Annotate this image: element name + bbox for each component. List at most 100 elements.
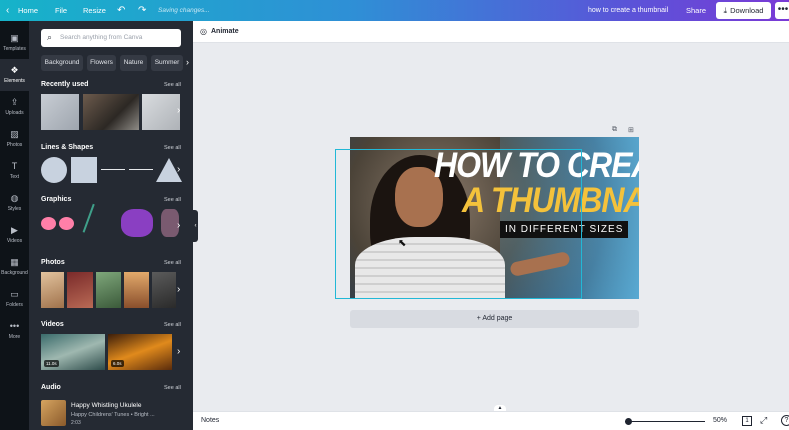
rail-item-background[interactable]: ▦ Background <box>0 251 29 283</box>
page-count-button[interactable]: 1 <box>742 416 752 426</box>
recent-item[interactable] <box>142 94 180 130</box>
suggestion-chips: Background Flowers Nature Summer › <box>41 55 189 71</box>
section-graphics-title: Graphics <box>41 196 72 203</box>
undo-icon[interactable]: ↶ <box>117 0 125 21</box>
photo-item[interactable] <box>67 272 93 308</box>
section-recent-title: Recently used <box>41 81 89 88</box>
side-rail: ▣ Templates ❖ Elements ⇪ Uploads ▨ Photo… <box>0 21 29 430</box>
video-icon: ▶ <box>11 225 18 235</box>
see-all-lines[interactable]: See all <box>164 145 181 151</box>
search-input[interactable]: ⌕ Search anything from Canva <box>41 29 181 47</box>
audio-duration: 2:03 <box>71 420 81 426</box>
home-button[interactable]: Home <box>18 0 38 21</box>
templates-icon: ▣ <box>10 33 19 43</box>
elements-panel: ⌕ Search anything from Canva Background … <box>29 21 193 430</box>
rail-label: Videos <box>6 238 23 244</box>
fullscreen-icon[interactable]: ⤢ <box>760 415 767 426</box>
rail-item-photos[interactable]: ▨ Photos <box>0 123 29 155</box>
section-audio-title: Audio <box>41 384 61 391</box>
chevron-right-icon[interactable]: › <box>177 346 180 357</box>
cursor-icon: ⬉ <box>398 238 407 249</box>
add-page-button[interactable]: + Add page <box>350 310 639 328</box>
rail-label: Folders <box>6 302 23 308</box>
chevron-right-icon[interactable]: › <box>177 105 180 116</box>
rail-item-more[interactable]: ••• More <box>0 315 29 347</box>
download-button[interactable]: ⤓ Download <box>716 2 771 19</box>
rail-item-elements[interactable]: ❖ Elements <box>0 59 29 91</box>
text-icon: T <box>11 161 18 171</box>
download-icon: ⤓ <box>723 6 728 15</box>
selection-box[interactable] <box>335 149 582 299</box>
background-icon: ▦ <box>10 257 19 267</box>
see-all-recent[interactable]: See all <box>164 82 181 88</box>
animate-button[interactable]: Animate <box>211 28 239 35</box>
chip-background[interactable]: Background <box>41 55 83 71</box>
recent-item[interactable] <box>41 94 79 130</box>
video-duration: 6.0s <box>111 360 124 367</box>
top-bar: ‹ Home File Resize ↶ ↷ Saving changes...… <box>0 0 789 21</box>
search-placeholder: Search anything from Canva <box>60 34 143 41</box>
line-shape[interactable] <box>101 169 125 170</box>
rail-item-folders[interactable]: ▭ Folders <box>0 283 29 315</box>
redo-icon[interactable]: ↷ <box>138 0 146 21</box>
photo-item[interactable] <box>41 272 64 308</box>
rail-label: Photos <box>6 142 23 148</box>
video-item[interactable]: 6.0s <box>108 334 172 370</box>
help-icon[interactable]: ? <box>781 415 789 426</box>
plant-graphic[interactable] <box>82 203 116 241</box>
chevron-right-icon[interactable]: › <box>177 164 180 175</box>
notes-button[interactable]: Notes <box>201 417 219 424</box>
see-all-photos[interactable]: See all <box>164 260 181 266</box>
add-page-icon[interactable]: ⊞ <box>628 126 634 134</box>
section-photos-title: Photos <box>41 259 65 266</box>
rail-label: More <box>8 334 21 340</box>
arrow-line-shape[interactable] <box>129 169 153 170</box>
photo-item[interactable] <box>152 272 176 308</box>
chip-nature[interactable]: Nature <box>120 55 147 71</box>
video-item[interactable]: 11.0s <box>41 334 105 370</box>
animate-icon[interactable]: ◎ <box>200 27 207 36</box>
chip-flowers[interactable]: Flowers <box>87 55 116 71</box>
see-all-audio[interactable]: See all <box>164 385 181 391</box>
recent-item[interactable] <box>83 94 139 130</box>
audio-title[interactable]: Happy Whistling Ukulele <box>71 402 141 409</box>
square-shape[interactable] <box>71 157 97 183</box>
duplicate-page-icon[interactable]: ⧉ <box>612 126 617 134</box>
circle-shape[interactable] <box>41 157 67 183</box>
rail-item-text[interactable]: T Text <box>0 155 29 187</box>
heart-glasses-graphic[interactable] <box>41 217 77 231</box>
chevron-left-icon[interactable]: ‹ <box>6 0 9 21</box>
photo-icon: ▨ <box>10 129 19 139</box>
photo-item[interactable] <box>96 272 121 308</box>
design-title[interactable]: how to create a thumbnail <box>588 0 668 21</box>
more-options-button[interactable]: ••• <box>775 2 789 19</box>
see-all-videos[interactable]: See all <box>164 322 181 328</box>
collapse-panel-handle[interactable]: ‹ <box>193 210 198 242</box>
photo-item[interactable] <box>124 272 149 308</box>
see-all-graphics[interactable]: See all <box>164 197 181 203</box>
zoom-slider-handle[interactable] <box>625 418 632 425</box>
section-videos-title: Videos <box>41 321 64 328</box>
search-icon: ⌕ <box>47 32 53 42</box>
rail-item-styles[interactable]: ◍ Styles <box>0 187 29 219</box>
zoom-level[interactable]: 50% <box>713 417 727 424</box>
share-button[interactable]: Share <box>686 0 706 21</box>
resize-button[interactable]: Resize <box>83 0 106 21</box>
video-duration: 11.0s <box>44 360 59 367</box>
zoom-slider[interactable] <box>625 421 705 422</box>
section-lines-title: Lines & Shapes <box>41 144 94 151</box>
rail-item-videos[interactable]: ▶ Videos <box>0 219 29 251</box>
rail-item-templates[interactable]: ▣ Templates <box>0 27 29 59</box>
bull-graphic[interactable] <box>121 209 153 237</box>
chevron-right-icon[interactable]: › <box>177 284 180 295</box>
audio-thumbnail[interactable] <box>41 400 66 426</box>
download-label: Download <box>730 6 764 15</box>
rail-label: Templates <box>3 46 26 52</box>
chip-summer[interactable]: Summer <box>151 55 183 71</box>
file-menu[interactable]: File <box>55 0 67 21</box>
save-status: Saving changes... <box>158 7 210 14</box>
rail-label: Uploads <box>5 110 24 116</box>
chevron-right-icon[interactable]: › <box>177 220 180 231</box>
rail-item-uploads[interactable]: ⇪ Uploads <box>0 91 29 123</box>
chevron-right-icon[interactable]: › <box>186 57 189 67</box>
